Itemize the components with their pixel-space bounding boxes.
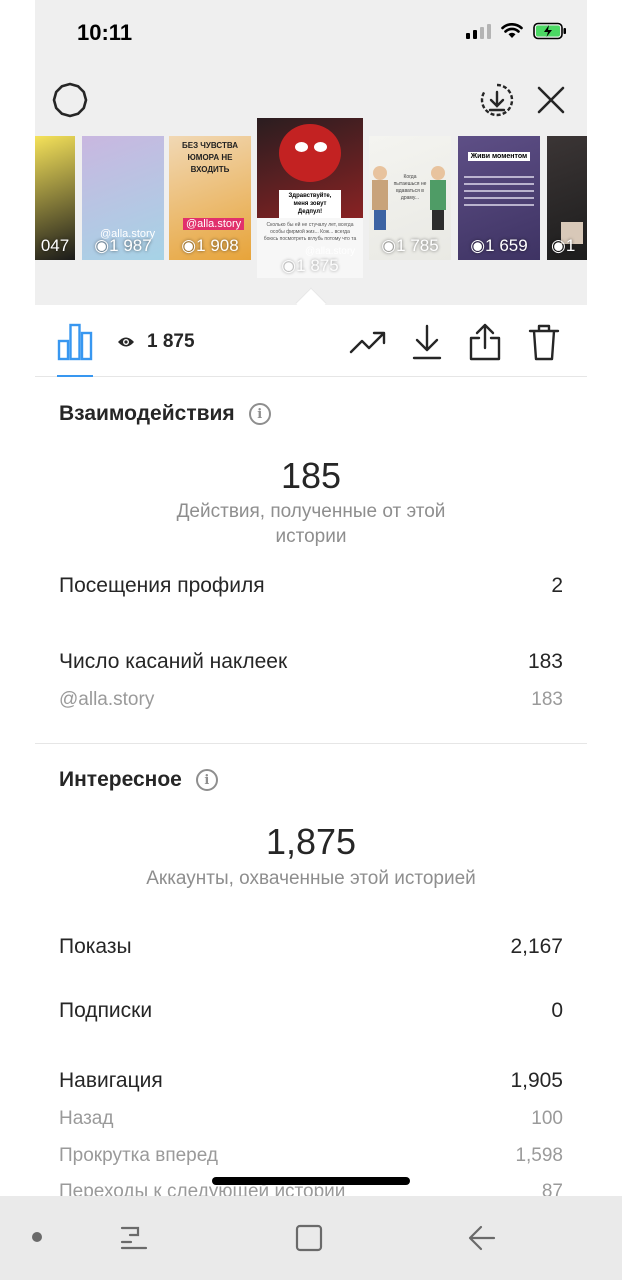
info-icon[interactable]: i [248,403,271,425]
metric-value: 183 [531,689,563,710]
metric-subrow-mention: @alla.story 183 [59,689,563,711]
story-thumbnail[interactable]: @alla.story ◉1 987 [82,136,164,260]
thumbnail-views: ◉1 659 [470,236,528,255]
settings-button[interactable] [50,80,90,120]
thumbnail-body: Сколько бы ей не стучалу лет, всегда осо… [263,222,357,242]
bar-chart-icon [57,323,93,361]
interactions-title: Взаимодействия [59,402,235,425]
thumbnail-caption: Когда пытаешься не вдаваться в драму... [393,174,427,201]
insights-tab[interactable] [57,321,93,361]
recent-apps-icon [120,1226,148,1250]
views-count: 1 875 [117,331,195,353]
story-thumbnail[interactable]: 047 [35,136,75,260]
recents-button[interactable] [118,1222,150,1254]
story-carousel[interactable]: 047 @alla.story ◉1 987 БЕЗ ЧУВСТВА ЮМОРА… [35,118,587,280]
thumbnail-figure [279,124,341,182]
close-button[interactable] [531,80,571,120]
metric-subrow-back: Назад 100 [59,1108,563,1130]
metric-value: 2 [551,574,563,597]
status-bar: 10:11 [35,0,587,64]
story-thumbnail[interactable]: БЕЗ ЧУВСТВА ЮМОРА НЕ ВХОДИТЬ @alla.story… [169,136,251,260]
story-thumbnail[interactable]: ◉1 [547,136,587,260]
metric-value: 1,598 [515,1145,563,1166]
thumbnail-views: 047 [40,236,70,255]
phone-screen: 10:11 047 @alla.story ◉1 987 БЕЗ ЧУВСТВА… [35,0,587,1196]
trending-up-icon [349,331,386,354]
download-icon [412,324,442,360]
discovery-total: 1,875 [265,821,357,862]
status-time: 10:11 [77,20,133,45]
interactions-heading: Взаимодействия i [59,402,271,426]
back-arrow-icon [468,1225,496,1251]
metric-row-sticker-taps: Число касаний наклеек 183 [59,650,563,674]
metric-value: 87 [541,1181,563,1196]
metric-value: 183 [527,650,563,673]
active-tab-indicator [57,375,93,377]
share-button[interactable] [466,323,504,361]
gear-icon [52,82,88,118]
thumbnail-views: ◉1 785 [381,236,439,255]
metric-label: Показы [59,935,132,958]
discovery-title: Интересное [59,768,182,791]
thumbnail-views: ◉1 908 [181,236,239,255]
status-icons [466,22,567,40]
download-circle-icon [480,83,514,117]
metric-row-impressions: Показы 2,167 [59,935,563,959]
discovery-caption: Аккаунты, охваченные этой историей [146,868,476,889]
metric-subrow-forward: Прокрутка вперед 1,598 [59,1145,563,1167]
share-icon [469,323,501,361]
trend-button[interactable] [349,323,387,361]
delete-button[interactable] [525,323,563,361]
metric-row-profile-visits: Посещения профиля 2 [59,574,563,598]
story-thumbnail-active[interactable]: Здравствуйте, меня зовут Дедпул! Сколько… [257,118,363,278]
eye-icon [118,337,134,347]
thumbnail-caption: БЕЗ ЧУВСТВА ЮМОРА НЕ ВХОДИТЬ [181,141,238,174]
story-thumbnail[interactable]: Живи моментом ◉1 659 [458,136,540,260]
back-button[interactable] [466,1222,498,1254]
story-toolbar: 1 875 [35,305,587,377]
metric-value: 1,905 [510,1069,563,1092]
download-all-button[interactable] [477,80,517,120]
metric-row-navigation: Навигация 1,905 [59,1069,563,1093]
home-indicator[interactable] [212,1177,410,1185]
metric-value: 0 [551,999,563,1022]
section-divider [35,743,587,744]
interactions-caption: Действия, полученные от этой истории [176,501,446,547]
metric-row-follows: Подписки 0 [59,999,563,1023]
thumbnail-caption: Живи моментом [468,152,530,161]
trash-icon [528,324,560,361]
metric-label: Посещения профиля [59,574,265,597]
metric-label: Навигация [59,1069,163,1092]
metric-label: Назад [59,1108,114,1129]
metric-label: Подписки [59,999,153,1022]
thumbnail-views: ◉1 987 [94,236,152,255]
nav-dot-icon[interactable] [32,1232,42,1242]
thumbnail-views: ◉1 875 [281,256,339,275]
thumbnail-views: ◉1 [551,236,576,255]
metric-label: Число касаний наклеек [59,650,288,673]
close-icon [537,86,565,114]
wifi-icon [501,23,523,38]
metric-value: 2,167 [510,935,563,958]
system-navigation-bar [0,1196,622,1280]
home-square-icon [295,1224,323,1252]
home-button[interactable] [293,1222,325,1254]
thumbnail-tag: @alla.story [183,218,245,230]
discovery-heading: Интересное i [59,768,218,792]
story-thumbnail[interactable]: Когда пытаешься не вдаваться в драму... … [369,136,451,260]
battery-charging-icon [533,22,566,40]
metric-label: @alla.story [59,689,155,710]
views-count-value: 1 875 [147,331,195,352]
thumbnail-caption: Здравствуйте, меня зовут Дедпул! [279,190,341,218]
interactions-total: 185 [280,455,342,496]
metric-label: Прокрутка вперед [59,1145,218,1166]
metric-value: 100 [531,1108,563,1129]
download-button[interactable] [408,323,446,361]
signal-icon [466,23,491,39]
info-icon[interactable]: i [195,769,218,791]
